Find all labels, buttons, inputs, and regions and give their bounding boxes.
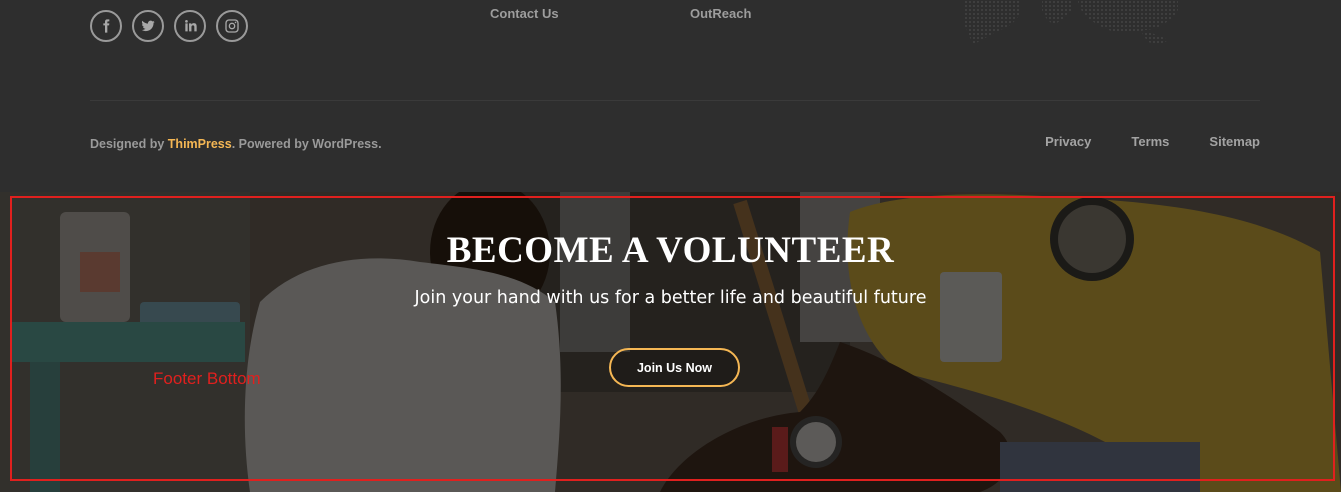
twitter-icon <box>141 20 155 32</box>
footer-bottom-annotation: Footer Bottom <box>153 369 261 388</box>
banner-title: BECOME A VOLUNTEER <box>446 230 895 271</box>
sitemap-link[interactable]: Sitemap <box>1209 134 1260 149</box>
footer-credits: Designed by ThimPress. Powered by WordPr… <box>90 137 382 151</box>
linkedin-button[interactable] <box>174 10 206 42</box>
privacy-link[interactable]: Privacy <box>1045 134 1091 149</box>
social-links <box>90 10 248 42</box>
footer-bottom-menu: Privacy Terms Sitemap <box>1045 134 1260 149</box>
instagram-button[interactable] <box>216 10 248 42</box>
footer-divider <box>90 100 1260 101</box>
footer-top: Contact Us OutReach Designed by ThimPres… <box>0 0 1341 192</box>
terms-link[interactable]: Terms <box>1131 134 1169 149</box>
linkedin-icon <box>185 20 197 32</box>
twitter-button[interactable] <box>132 10 164 42</box>
volunteer-banner: Footer Bottom BECOME A VOLUNTEER Join yo… <box>0 192 1341 492</box>
contact-us-link[interactable]: Contact Us <box>490 6 559 21</box>
credits-suffix: . Powered by WordPress. <box>231 137 382 151</box>
facebook-button[interactable] <box>90 10 122 42</box>
facebook-icon <box>103 19 110 33</box>
credits-prefix: Designed by <box>90 137 168 151</box>
instagram-icon <box>225 19 239 33</box>
outreach-link[interactable]: OutReach <box>690 6 751 21</box>
thimpress-link[interactable]: ThimPress <box>168 137 232 151</box>
world-map-image <box>965 0 1178 44</box>
banner-subtitle: Join your hand with us for a better life… <box>414 288 927 308</box>
join-us-now-button[interactable]: Join Us Now <box>609 348 740 387</box>
